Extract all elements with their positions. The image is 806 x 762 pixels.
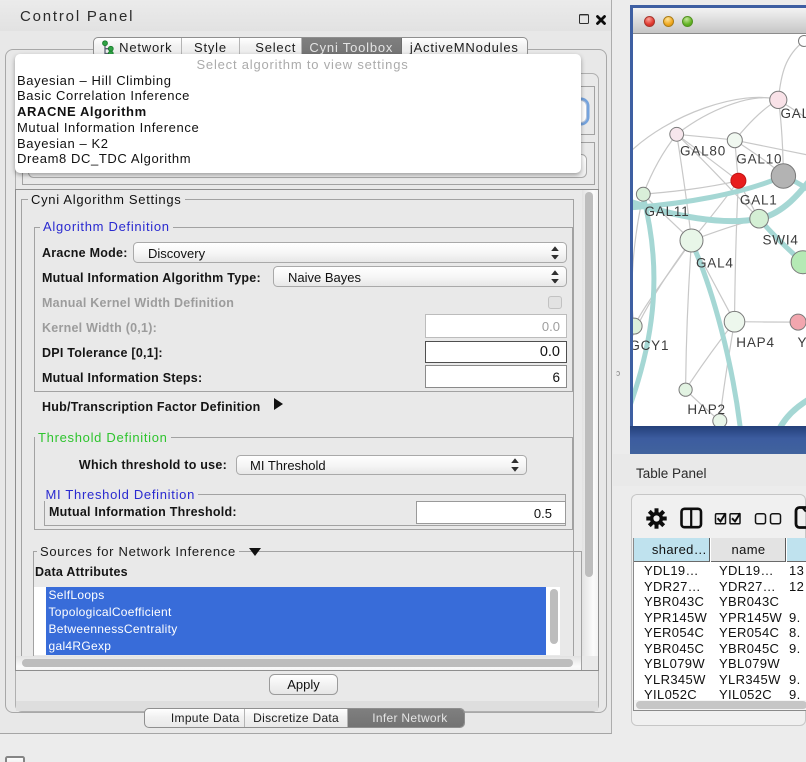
svg-text:GAL10: GAL10 <box>736 151 782 166</box>
svg-text:Y: Y <box>798 335 806 350</box>
svg-text:SWI4: SWI4 <box>763 232 799 247</box>
svg-text:GAL: GAL <box>781 106 806 121</box>
svg-text:HAP4: HAP4 <box>736 335 774 350</box>
svg-text:GAL80: GAL80 <box>680 143 726 158</box>
svg-text:GAL4: GAL4 <box>696 255 734 270</box>
svg-text:HAP2: HAP2 <box>687 402 725 417</box>
svg-text:GAL11: GAL11 <box>645 204 690 219</box>
svg-text:GCY1: GCY1 <box>633 338 669 353</box>
svg-text:GAL1: GAL1 <box>740 192 778 207</box>
